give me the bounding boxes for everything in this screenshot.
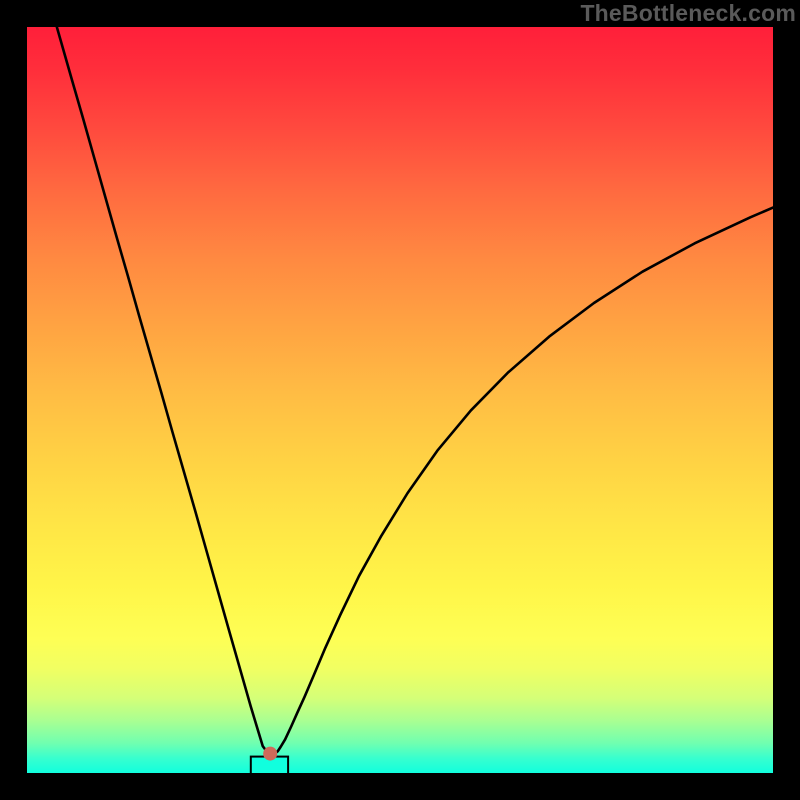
curve-path — [57, 27, 773, 754]
watermark-text: TheBottleneck.com — [580, 0, 796, 27]
plot-area — [27, 27, 773, 773]
bottleneck-curve — [27, 27, 773, 773]
bottleneck-min-dot — [263, 747, 277, 761]
chart-frame: TheBottleneck.com — [0, 0, 800, 800]
